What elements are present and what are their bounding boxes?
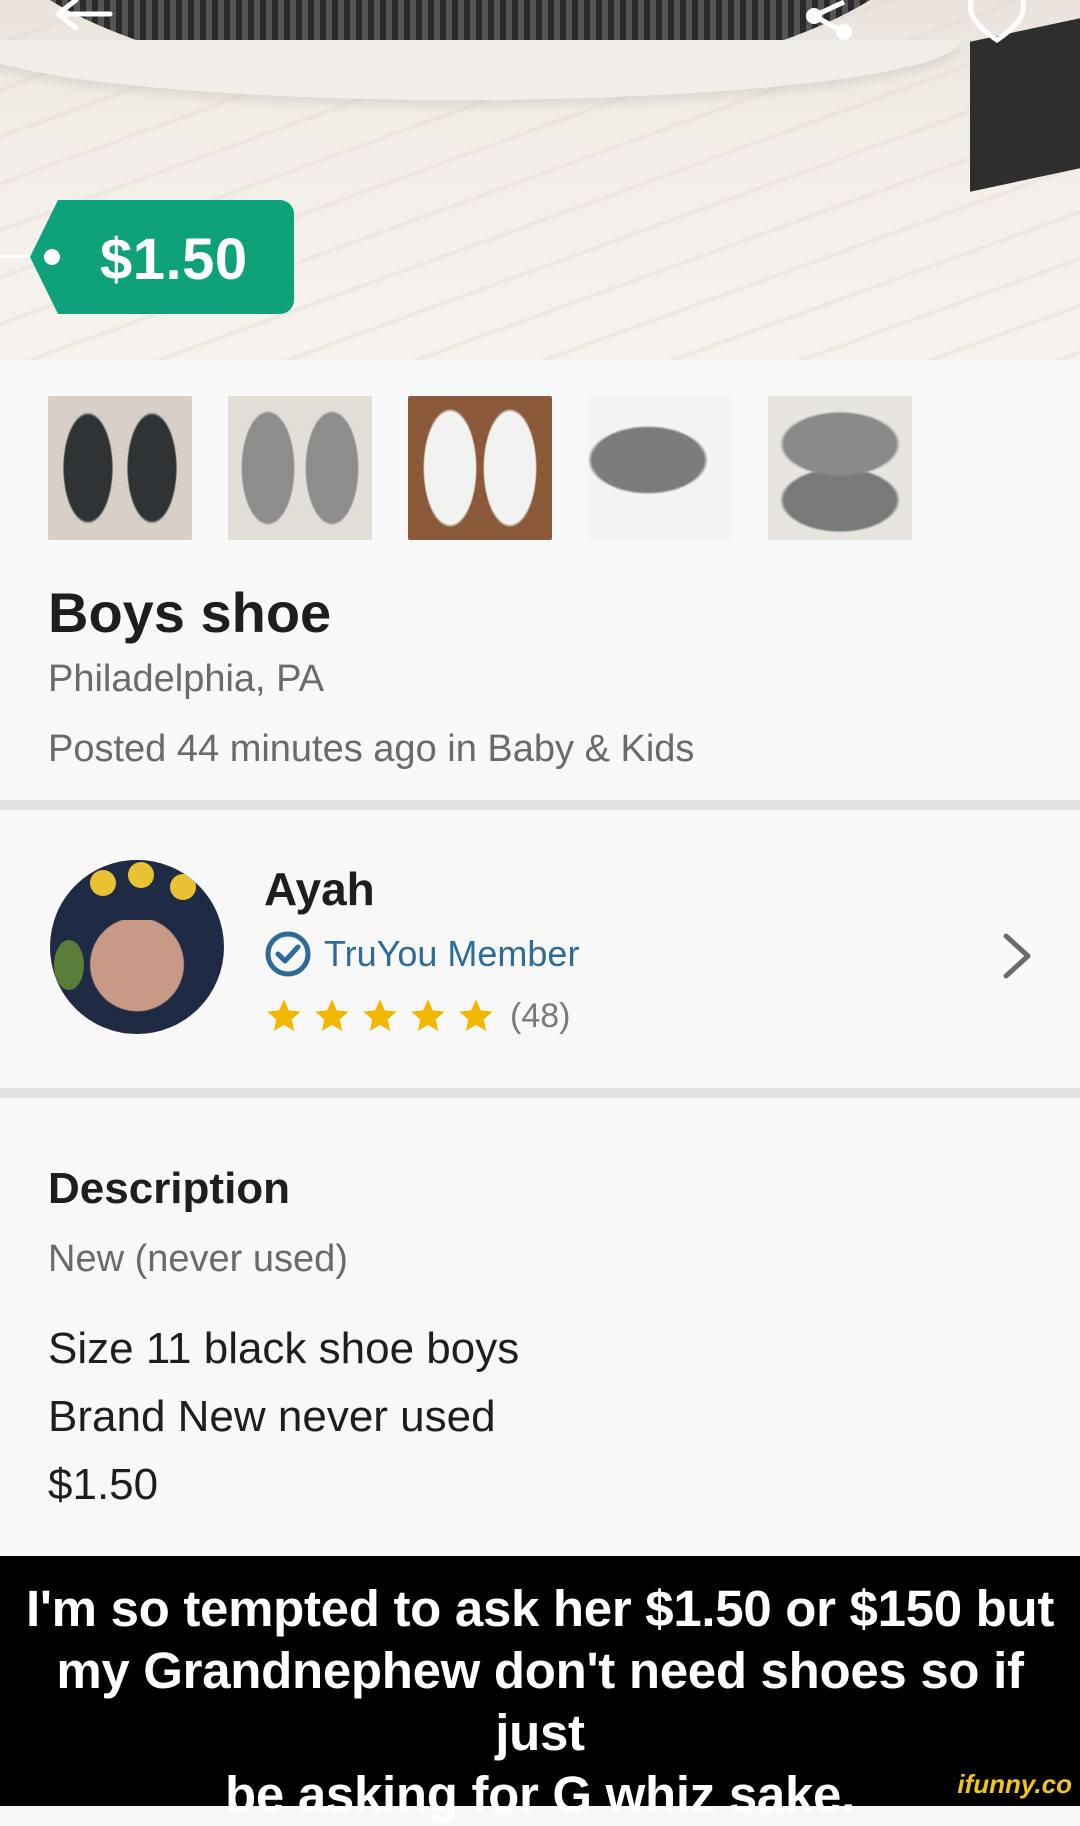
price-tag-hole — [44, 249, 60, 265]
avatar-leaf — [54, 940, 84, 990]
check-badge-icon — [265, 931, 311, 977]
share-icon[interactable] — [800, 0, 860, 44]
seller-avatar[interactable] — [50, 860, 224, 1034]
back-arrow-icon[interactable] — [54, 0, 114, 40]
caption-line: be asking for G whiz sake. — [225, 1766, 855, 1823]
thumbnail-1[interactable] — [48, 396, 192, 540]
rating-count: (48) — [510, 996, 571, 1035]
avatar-flower — [170, 874, 196, 900]
description-heading: Description — [48, 1164, 291, 1213]
thumbnail-2[interactable] — [228, 396, 372, 540]
star-icon — [411, 999, 445, 1031]
avatar-flower — [90, 870, 116, 896]
thumbnail-3[interactable] — [408, 396, 552, 540]
price-label: $1.50 — [100, 227, 248, 292]
seller-card[interactable]: Ayah TruYou Member (48) — [0, 810, 1080, 1088]
thumbnail-strip — [48, 396, 912, 540]
star-icon — [267, 999, 301, 1031]
star-icon — [459, 999, 493, 1031]
thumbnail-4[interactable] — [588, 396, 732, 540]
caption-text: I'm so tempted to ask her $1.50 or $150 … — [6, 1578, 1074, 1826]
section-divider — [0, 800, 1080, 810]
star-icon — [315, 999, 349, 1031]
thumbnail-5[interactable] — [768, 396, 912, 540]
seller-name: Ayah — [264, 863, 375, 915]
badge-label: TruYou Member — [324, 933, 580, 974]
description-line: Brand New never used — [48, 1392, 496, 1441]
listing-location: Philadelphia, PA — [48, 658, 325, 700]
ifunny-watermark: ifunny.co — [957, 1769, 1072, 1799]
caption-line: I'm so tempted to ask her $1.50 or $150 … — [25, 1580, 1055, 1637]
meme-caption: I'm so tempted to ask her $1.50 or $150 … — [0, 1556, 1080, 1823]
listing-title: Boys shoe — [48, 581, 332, 644]
listing-posted-info: Posted 44 minutes ago in Baby & Kids — [48, 728, 695, 770]
truyou-badge: TruYou Member — [264, 930, 579, 978]
section-divider — [0, 1088, 1080, 1098]
seller-rating: (48) — [264, 996, 570, 1036]
avatar-flower — [128, 862, 154, 888]
chevron-right-icon[interactable] — [1000, 930, 1034, 982]
shoe-photo-shadow — [970, 18, 1080, 192]
shoe-photo-sole — [0, 40, 960, 100]
item-condition: New (never used) — [48, 1238, 348, 1280]
star-icon — [363, 999, 397, 1031]
price-tag: $1.50 — [0, 200, 296, 314]
caption-line: my Grandnephew don't need shoes so if ju… — [56, 1642, 1024, 1761]
listing-main-photo[interactable]: $1.50 — [0, 0, 1080, 360]
description-line: Size 11 black shoe boys — [48, 1324, 520, 1373]
description-line: $1.50 — [48, 1460, 159, 1509]
heart-icon[interactable] — [962, 0, 1032, 44]
